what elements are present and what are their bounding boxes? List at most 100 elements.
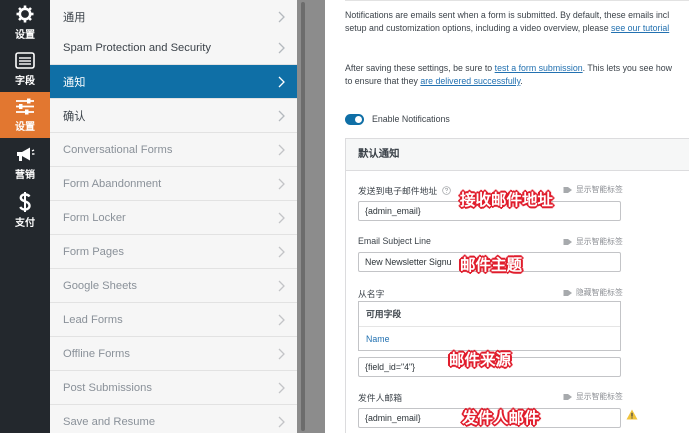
smart-tags-label: 隐藏智能标签 (576, 288, 623, 297)
tag-icon (563, 393, 572, 400)
chevron-right-icon (278, 144, 285, 156)
subnav-item-notifications[interactable]: 通知 (50, 65, 297, 99)
send-to-smart-tags[interactable]: 显示智能标签 (563, 184, 623, 195)
test-submission-link[interactable]: test a form submission (495, 63, 583, 73)
tip-text: to ensure that they (345, 76, 421, 86)
chevron-right-icon (278, 382, 285, 394)
intro-text: setup and customization options, includi… (345, 23, 612, 33)
subnav-item-label: Offline Forms (63, 347, 130, 360)
rail-item-label: 设置 (15, 30, 35, 41)
from-name-label: 从名字 (358, 287, 384, 300)
chevron-right-icon (278, 76, 285, 88)
subject-label: Email Subject Line (358, 236, 431, 246)
subnav-item-lead-forms[interactable]: Lead Forms (50, 303, 297, 337)
tutorial-link[interactable]: see our tutorial (611, 23, 669, 33)
subject-smart-tags[interactable]: 显示智能标签 (563, 236, 623, 247)
subnav-item-confirmations[interactable]: 确认 (50, 99, 297, 133)
intro-line: setup and customization options, includi… (345, 22, 689, 35)
subnav-item-label: 通知 (63, 76, 86, 89)
chevron-right-icon (278, 110, 285, 122)
megaphone-icon (15, 145, 35, 163)
chevron-right-icon (278, 178, 285, 190)
gear-icon (15, 5, 35, 23)
intro-line: Notifications are emails sent when a for… (345, 10, 670, 20)
tip-text: After saving these settings, be sure to (345, 63, 495, 73)
subnav-item-label: Form Locker (63, 211, 126, 224)
from-email-label: 发件人邮箱 (358, 391, 402, 404)
subnav-item-spam-protection[interactable]: Spam Protection and Security (50, 31, 297, 65)
rail-item-settings[interactable]: 设置 (0, 92, 50, 138)
tag-icon (563, 238, 572, 245)
annotation-sender: 发件人邮件 (462, 410, 540, 427)
subnav-item-form-locker[interactable]: Form Locker (50, 201, 297, 235)
rail-item-payments[interactable]: 支付 (0, 188, 50, 234)
smart-tags-label: 显示智能标签 (576, 392, 623, 401)
delivered-successfully-link[interactable]: are delivered successfully (420, 76, 520, 86)
chevron-right-icon (278, 348, 285, 360)
from-name-smart-tags[interactable]: 隐藏智能标签 (563, 287, 623, 298)
warning-icon[interactable] (626, 409, 638, 420)
list-icon (15, 51, 35, 69)
chevron-right-icon (278, 212, 285, 224)
available-field-name[interactable]: Name (366, 334, 389, 344)
tip-text: . This lets you see how (582, 63, 672, 73)
rail-item-label: 设置 (15, 122, 35, 133)
rail-item-label: 营销 (15, 170, 35, 181)
chevron-right-icon (278, 416, 285, 428)
subnav-item-general[interactable]: 通用 (50, 0, 297, 34)
subnav-item-form-pages[interactable]: Form Pages (50, 235, 297, 269)
from-email-smart-tags[interactable]: 显示智能标签 (563, 391, 623, 402)
annotation-recipient: 接收邮件地址 (460, 192, 554, 209)
panel-title[interactable]: 默认通知 (346, 139, 689, 171)
subnav-item-label: Save and Resume (63, 415, 156, 428)
divider (345, 0, 689, 1)
subnav-item-conversational-forms[interactable]: Conversational Forms (50, 133, 297, 167)
subnav-item-label: Spam Protection and Security (63, 41, 211, 54)
tag-icon (563, 186, 572, 193)
subnav-item-label: Form Pages (63, 245, 124, 258)
subnav-item-label: Post Submissions (63, 381, 152, 394)
tip-line: to ensure that they are delivered succes… (345, 75, 689, 88)
rail-item-marketing[interactable]: 营销 (0, 140, 50, 186)
notifications-content: Notifications are emails sent when a for… (325, 0, 689, 433)
subnav-item-label: Conversational Forms (63, 143, 173, 156)
rail-item-fields[interactable]: 字段 (0, 46, 50, 92)
sliders-icon (15, 97, 35, 115)
help-icon[interactable] (442, 186, 451, 195)
tip-line: After saving these settings, be sure to … (345, 62, 689, 75)
scrollbar[interactable] (301, 2, 305, 431)
field-label-text: 发件人邮箱 (358, 393, 402, 403)
smart-tags-label: 显示智能标签 (576, 185, 623, 194)
subnav-item-label: 确认 (63, 110, 86, 123)
chevron-right-icon (278, 11, 285, 23)
subnav-item-post-submissions[interactable]: Post Submissions (50, 371, 297, 405)
chevron-right-icon (278, 42, 285, 54)
settings-subnav: 通用 Spam Protection and Security 通知 确认 Co… (50, 0, 297, 433)
annotation-subject: 邮件主题 (460, 257, 523, 274)
rail-item-settings-general[interactable]: 设置 (0, 0, 50, 46)
enable-notifications-toggle[interactable] (345, 113, 364, 125)
chevron-right-icon (278, 280, 285, 292)
rail-item-label: 字段 (15, 76, 35, 87)
subnav-item-form-abandonment[interactable]: Form Abandonment (50, 167, 297, 201)
subnav-item-google-sheets[interactable]: Google Sheets (50, 269, 297, 303)
subnav-item-label: 通用 (63, 11, 86, 24)
subnav-item-label: Google Sheets (63, 279, 138, 292)
subnav-item-label: Lead Forms (63, 313, 123, 326)
send-to-label: 发送到电子邮件地址 (358, 184, 451, 197)
field-label-text: 从名字 (358, 289, 385, 299)
enable-notifications-row: Enable Notifications (345, 112, 450, 126)
notifications-intro: Notifications are emails sent when a for… (345, 9, 689, 35)
tip-text: . (520, 76, 523, 86)
chevron-right-icon (278, 246, 285, 258)
annotation-source: 邮件来源 (449, 352, 512, 369)
rail-item-label: 支付 (15, 218, 35, 229)
dollar-icon (15, 192, 35, 212)
subnav-item-save-and-resume[interactable]: Save and Resume (50, 405, 297, 433)
available-fields-title: 可用字段 (359, 302, 620, 327)
smart-tags-label: 显示智能标签 (576, 237, 623, 246)
field-label-text: Email Subject Line (358, 236, 431, 246)
available-fields-list: 可用字段 Name (358, 301, 621, 351)
subnav-item-label: Form Abandonment (63, 177, 162, 190)
subnav-item-offline-forms[interactable]: Offline Forms (50, 337, 297, 371)
